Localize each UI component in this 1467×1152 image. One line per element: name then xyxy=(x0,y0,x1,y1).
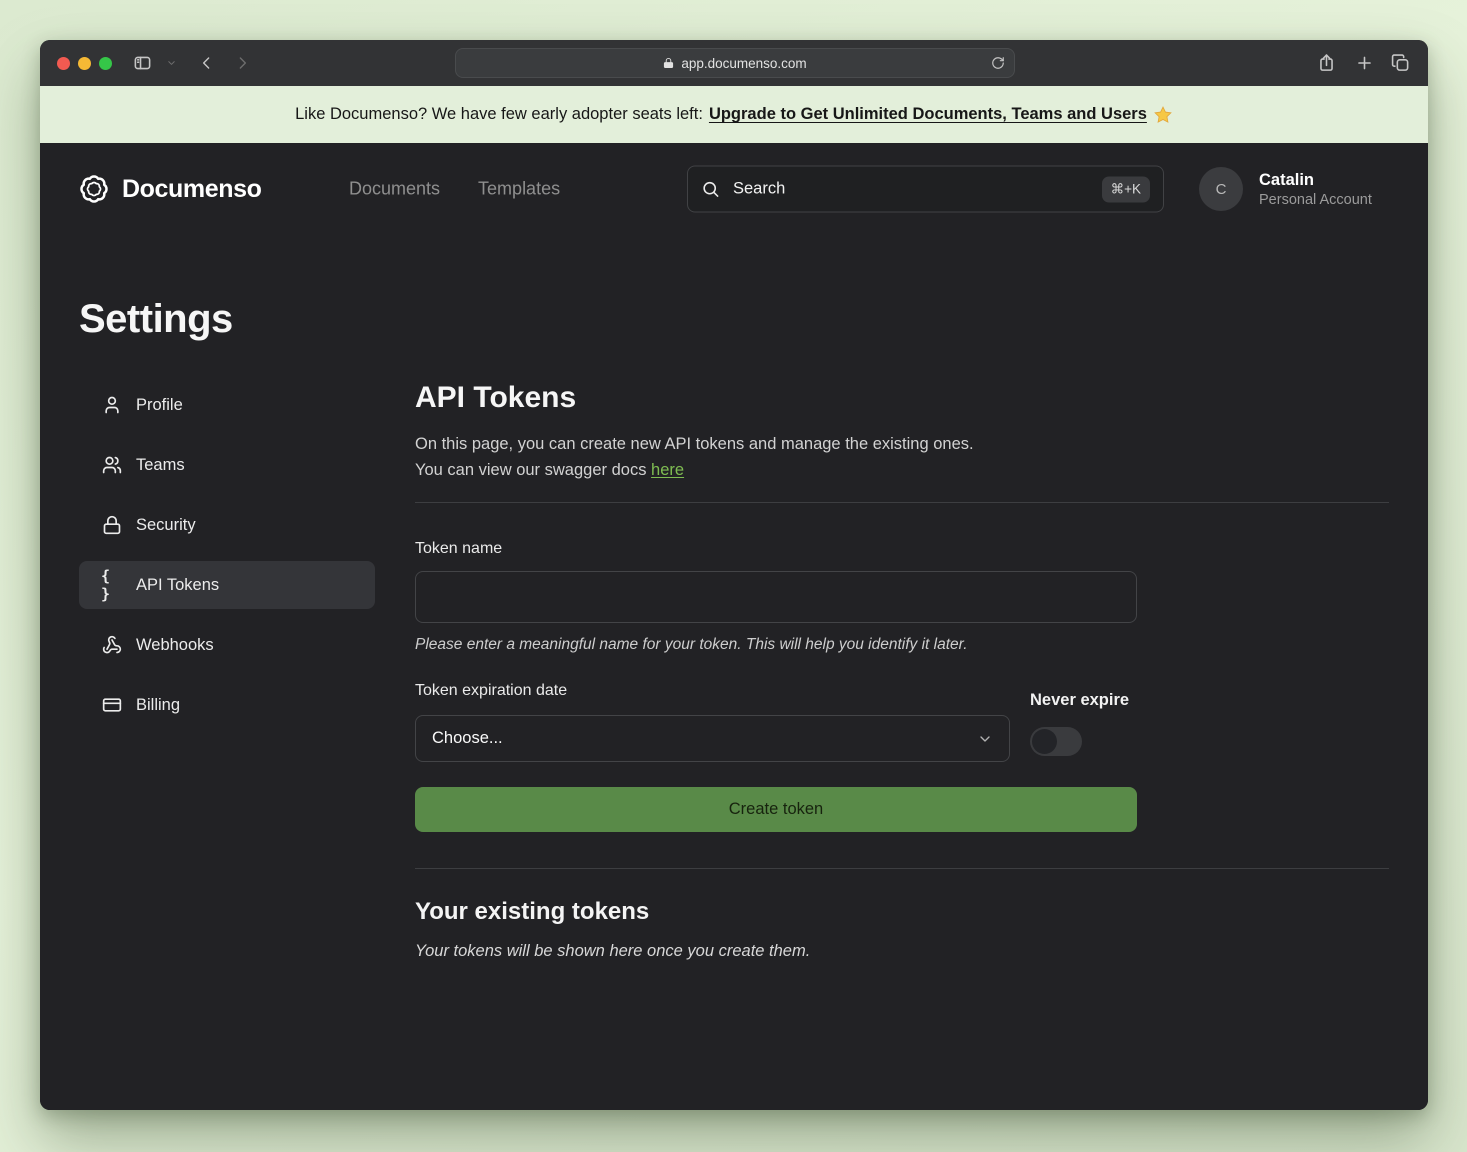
user-icon xyxy=(101,395,123,415)
search-label: Search xyxy=(733,180,785,199)
api-tokens-panel: API Tokens On this page, you can create … xyxy=(415,381,1389,961)
section-title: API Tokens xyxy=(415,381,1389,415)
swagger-docs-link[interactable]: here xyxy=(651,461,684,479)
brand-name: Documenso xyxy=(122,175,261,204)
token-name-help: Please enter a meaningful name for your … xyxy=(415,636,1389,654)
documenso-app: Documenso Documents Templates Search ⌘+K… xyxy=(40,143,1428,1110)
settings-content: Profile Teams Security { } API Token xyxy=(79,381,1389,961)
forward-icon[interactable] xyxy=(234,55,251,72)
expiration-row: Token expiration date Choose... Never ex… xyxy=(415,682,1389,762)
account-name: Catalin xyxy=(1259,171,1372,190)
expiration-selected-value: Choose... xyxy=(432,729,503,748)
share-icon[interactable] xyxy=(1317,54,1336,73)
new-tab-icon[interactable] xyxy=(1355,54,1374,73)
search-icon xyxy=(701,180,720,199)
account-subtitle: Personal Account xyxy=(1259,192,1372,208)
toggle-knob xyxy=(1032,729,1057,754)
browser-window: app.documenso.com Like Documenso? We hav… xyxy=(40,40,1428,1110)
chevron-down-icon[interactable] xyxy=(166,58,177,69)
sidebar-item-teams[interactable]: Teams xyxy=(79,441,375,489)
nav-documents[interactable]: Documents xyxy=(349,179,440,200)
app-header: Documenso Documents Templates Search ⌘+K… xyxy=(79,143,1389,235)
existing-tokens-empty-message: Your tokens will be shown here once you … xyxy=(415,942,1389,961)
lock-icon xyxy=(101,515,123,535)
close-window-button[interactable] xyxy=(57,57,70,70)
users-icon xyxy=(101,455,123,475)
chevron-down-icon xyxy=(977,731,993,747)
sidebar-item-security[interactable]: Security xyxy=(79,501,375,549)
sidebar-item-api-tokens[interactable]: { } API Tokens xyxy=(79,561,375,609)
description-line-2: You can view our swagger docs xyxy=(415,461,646,479)
traffic-lights xyxy=(40,57,112,70)
create-token-button[interactable]: Create token xyxy=(415,787,1137,832)
expiration-select[interactable]: Choose... xyxy=(415,715,1010,762)
section-description: On this page, you can create new API tok… xyxy=(415,432,1389,483)
promo-text: Like Documenso? We have few early adopte… xyxy=(295,105,703,124)
sidebar-item-label: API Tokens xyxy=(136,576,219,595)
divider xyxy=(415,868,1389,869)
sidebar-item-label: Profile xyxy=(136,396,183,415)
sidebar-item-profile[interactable]: Profile xyxy=(79,381,375,429)
documenso-logo-icon xyxy=(79,174,109,204)
search-shortcut-badge: ⌘+K xyxy=(1102,176,1150,202)
existing-tokens-title: Your existing tokens xyxy=(415,898,1389,926)
token-name-input[interactable] xyxy=(415,571,1137,623)
credit-card-icon xyxy=(101,695,123,715)
sidebar-toggle-icon[interactable] xyxy=(133,54,152,73)
token-name-label: Token name xyxy=(415,540,1389,558)
back-icon[interactable] xyxy=(198,55,215,72)
address-bar[interactable]: app.documenso.com xyxy=(455,48,1015,78)
expiration-label: Token expiration date xyxy=(415,682,1010,700)
minimize-window-button[interactable] xyxy=(78,57,91,70)
search-input[interactable]: Search ⌘+K xyxy=(687,166,1164,213)
sidebar-item-label: Webhooks xyxy=(136,636,214,655)
never-expire-toggle[interactable] xyxy=(1030,727,1082,756)
promo-banner: Like Documenso? We have few early adopte… xyxy=(40,86,1428,143)
star-icon xyxy=(1153,105,1173,125)
primary-nav: Documents Templates xyxy=(349,179,560,200)
never-expire-label: Never expire xyxy=(1030,691,1129,710)
avatar: C xyxy=(1199,167,1243,211)
sidebar-item-label: Teams xyxy=(136,456,185,475)
settings-sidebar: Profile Teams Security { } API Token xyxy=(79,381,375,961)
description-line-1: On this page, you can create new API tok… xyxy=(415,435,974,453)
nav-templates[interactable]: Templates xyxy=(478,179,560,200)
sidebar-item-label: Security xyxy=(136,516,196,535)
lock-icon xyxy=(663,57,674,69)
sidebar-item-billing[interactable]: Billing xyxy=(79,681,375,729)
refresh-icon[interactable] xyxy=(991,56,1005,70)
sidebar-item-webhooks[interactable]: Webhooks xyxy=(79,621,375,669)
braces-icon: { } xyxy=(101,567,123,603)
sidebar-item-label: Billing xyxy=(136,696,180,715)
zoom-window-button[interactable] xyxy=(99,57,112,70)
browser-toolbar: app.documenso.com xyxy=(40,40,1428,86)
webhook-icon xyxy=(101,635,123,655)
divider xyxy=(415,502,1389,503)
account-menu-button[interactable]: C Catalin Personal Account xyxy=(1199,167,1428,211)
brand-logo-link[interactable]: Documenso xyxy=(79,174,261,204)
tab-overview-icon[interactable] xyxy=(1391,54,1410,73)
page-title: Settings xyxy=(79,297,1389,342)
url-text: app.documenso.com xyxy=(681,56,806,71)
upgrade-link[interactable]: Upgrade to Get Unlimited Documents, Team… xyxy=(709,105,1147,124)
